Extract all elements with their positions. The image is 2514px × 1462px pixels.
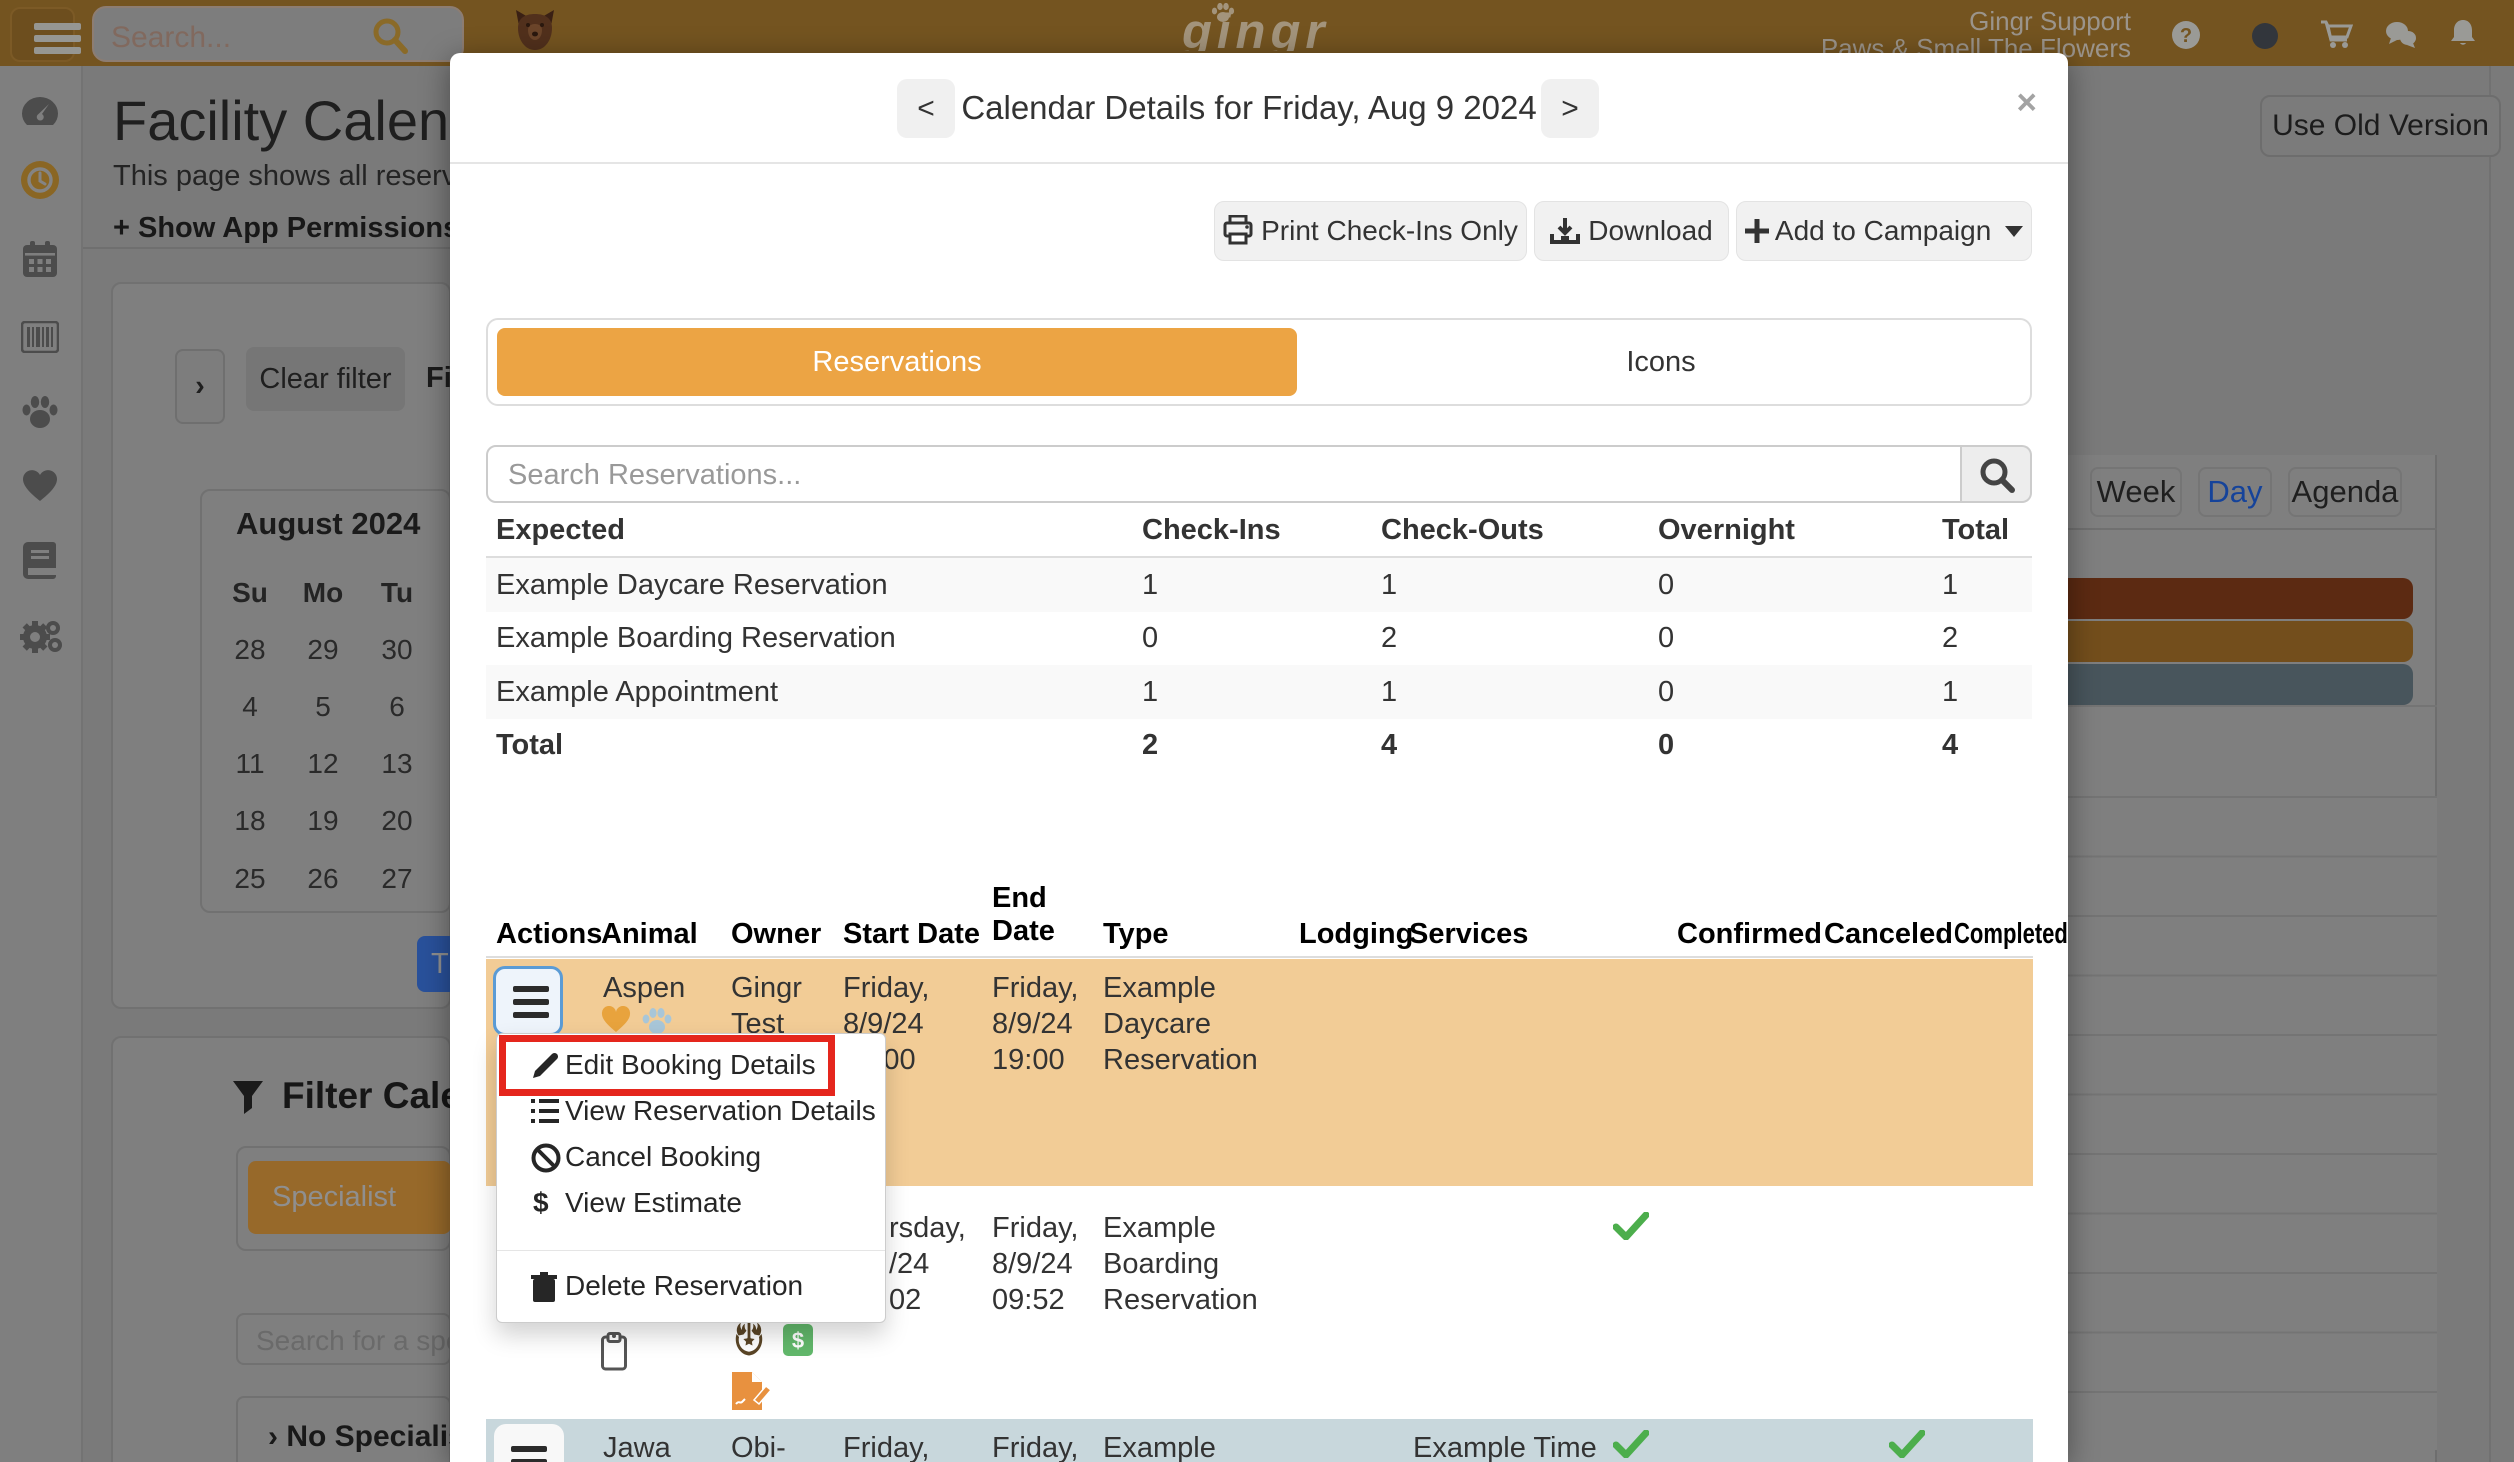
- svg-text:?: ?: [2180, 25, 2192, 47]
- svg-text:$: $: [792, 1328, 804, 1353]
